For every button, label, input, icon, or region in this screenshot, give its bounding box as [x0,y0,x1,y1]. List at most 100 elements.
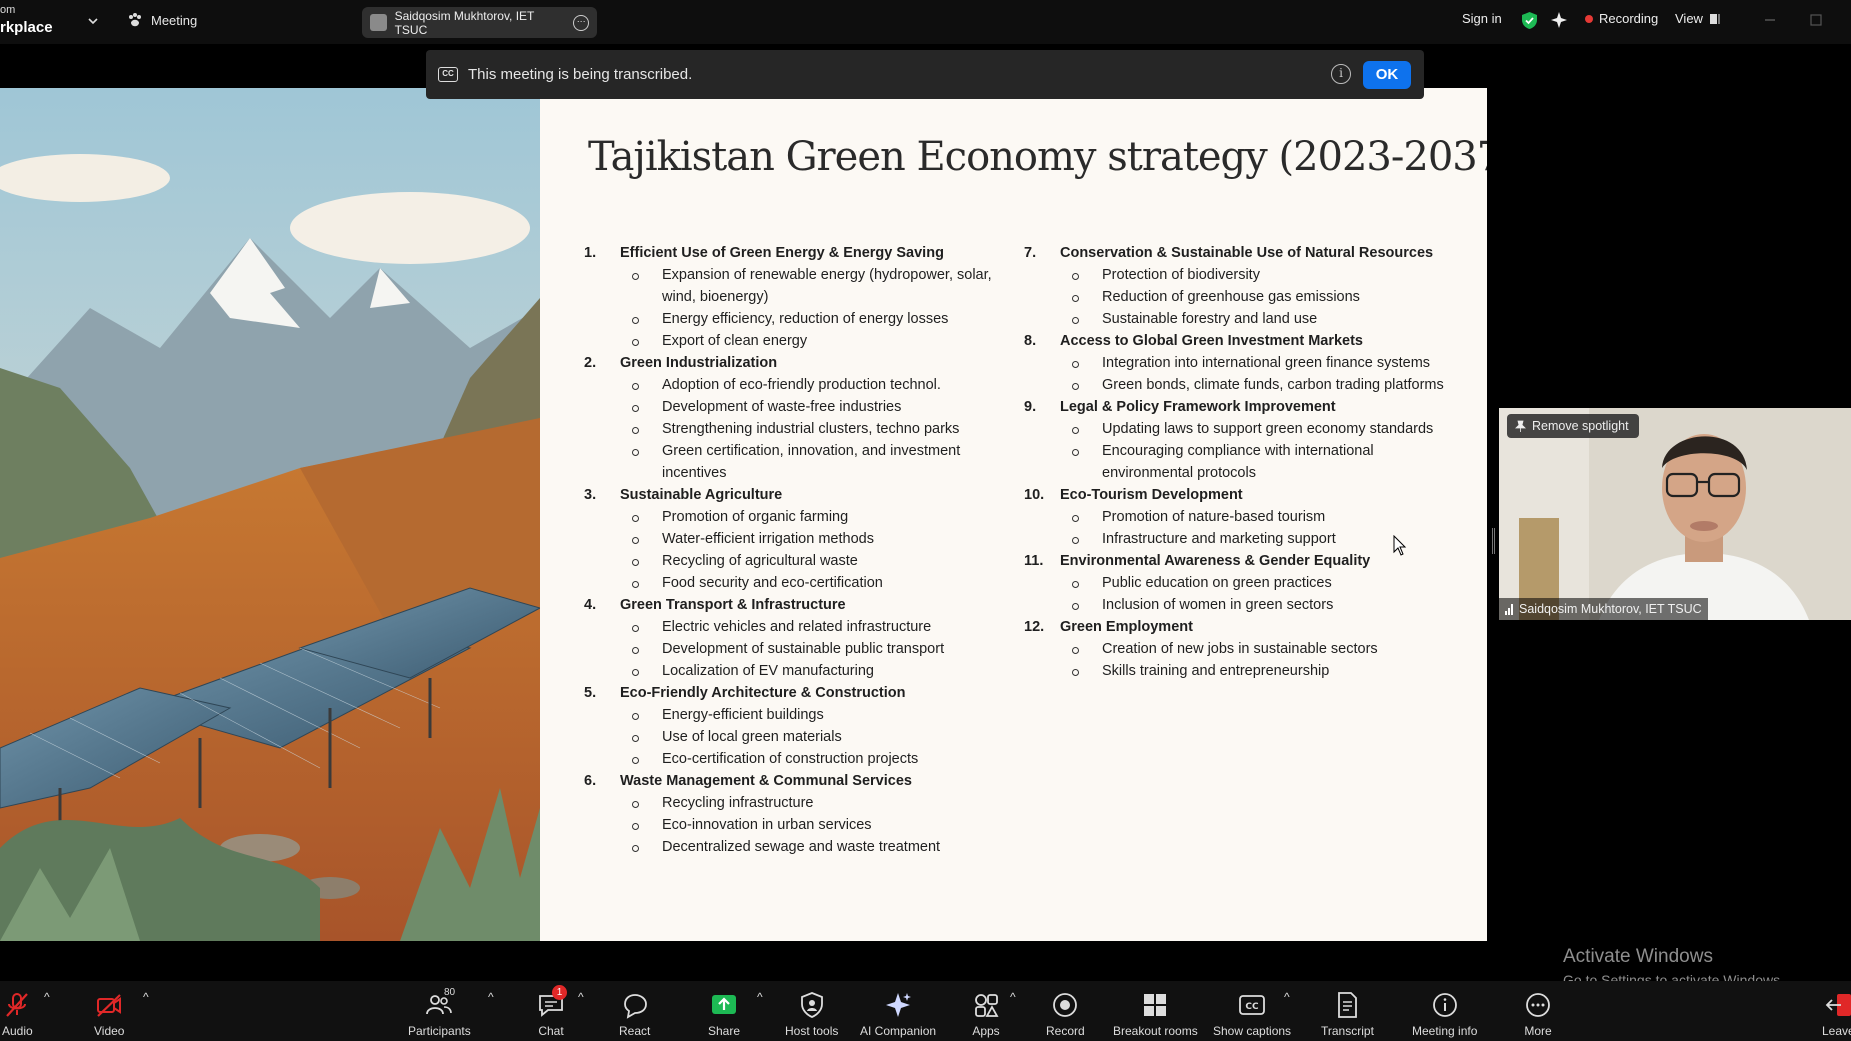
section-items: Adoption of eco-friendly production tech… [584,374,1024,484]
host-tools-button[interactable]: Host tools [785,990,838,1038]
list-item: Energy-efficient buildings [632,704,1024,726]
strategy-section: 10. Eco-Tourism Development Promotion of n… [1024,484,1452,550]
audio-button[interactable]: Audio [2,990,33,1038]
section-items: Updating laws to support green economy s… [1024,418,1452,484]
apps-options-chevron[interactable]: ^ [1010,990,1016,1004]
chat-options-chevron[interactable]: ^ [578,990,584,1004]
list-item: Updating laws to support green economy s… [1072,418,1452,440]
section-items: Protection of biodiversity Reduction of g… [1024,264,1452,330]
view-menu[interactable]: View [1675,11,1721,26]
strategy-section: 7. Conservation & Sustainable Use of Natu… [1024,242,1452,330]
restore-icon[interactable] [1808,12,1824,28]
sign-in-link[interactable]: Sign in [1462,11,1502,26]
section-number: 5. [584,685,597,701]
section-number: 4. [584,597,597,613]
ok-button[interactable]: OK [1363,61,1411,89]
participant-video[interactable]: Remove spotlight Saidqosim Mukhtorov, IE… [1499,408,1851,620]
section-heading: 8. Access to Global Green Investment Mark… [1024,330,1452,352]
list-item: Strengthening industrial clusters, techn… [632,418,1024,440]
sharing-indicator[interactable]: Saidqosim Mukhtorov, IET TSUC ··· [362,7,597,38]
video-options-chevron[interactable]: ^ [143,990,149,1004]
view-label: View [1675,11,1703,26]
view-grid-icon [1709,13,1720,24]
section-title: Eco-Tourism Development [1060,487,1243,503]
mic-muted-icon [6,993,29,1017]
list-item: Use of local green materials [632,726,1024,748]
list-item: Expansion of renewable energy (hydropowe… [632,264,1024,308]
leave-button[interactable]: Leave [1822,990,1851,1038]
section-number: 11. [1024,553,1044,569]
participants-options-chevron[interactable]: ^ [488,990,494,1004]
section-heading: 7. Conservation & Sustainable Use of Natu… [1024,242,1452,264]
list-item: Eco-certification of construction projec… [632,748,1024,770]
section-number: 7. [1024,245,1037,261]
captions-options-chevron[interactable]: ^ [1284,990,1290,1004]
meeting-label: Meeting [151,12,198,28]
section-title: Efficient Use of Green Energy & Energy S… [620,245,944,261]
list-item: Adoption of eco-friendly production tech… [632,374,1024,396]
apps-button[interactable]: Apps [971,990,1001,1038]
video-button[interactable]: Video [94,990,124,1038]
section-heading: 12. Green Employment [1024,616,1452,638]
react-button[interactable]: React [619,990,650,1038]
section-number: 9. [1024,399,1037,415]
ai-companion-button[interactable]: AI Companion [860,990,936,1038]
chat-unread-badge: 1 [552,985,567,1000]
list-item: Energy efficiency, reduction of energy l… [632,308,1024,330]
strategy-column-left: 1. Efficient Use of Green Energy & Energy… [584,242,1024,858]
more-button[interactable]: More [1523,990,1553,1038]
apps-icon [975,994,999,1017]
info-icon[interactable]: i [1331,64,1351,84]
strategy-section: 9. Legal & Policy Framework Improvement Up… [1024,396,1452,484]
section-title: Legal & Policy Framework Improvement [1060,399,1336,415]
closed-caption-icon: CC [1239,995,1265,1015]
section-number: 12. [1024,619,1045,635]
record-button[interactable]: Record [1046,990,1085,1038]
more-options-icon[interactable]: ··· [573,14,590,31]
app-brand: om rkplace [0,4,53,36]
participant-name: Saidqosim Mukhtorov, IET TSUC [1519,602,1702,616]
section-number: 2. [584,355,597,371]
transcript-button[interactable]: Transcript [1321,990,1374,1038]
recording-indicator[interactable]: Recording [1585,11,1658,26]
strategy-section: 8. Access to Global Green Investment Mark… [1024,330,1452,396]
shield-icon [800,992,823,1018]
list-item: Public education on green practices [1072,572,1452,594]
video-off-icon [97,994,122,1017]
audio-options-chevron[interactable]: ^ [44,990,50,1004]
list-item: Electric vehicles and related infrastruc… [632,616,1024,638]
ai-sparkle-icon[interactable] [1550,11,1568,29]
section-title: Green Transport & Infrastructure [620,597,846,613]
meeting-info-button[interactable]: Meeting info [1412,990,1477,1038]
list-item: Integration into international green fin… [1072,352,1452,374]
list-item: Recycling infrastructure [632,792,1024,814]
section-items: Expansion of renewable energy (hydropowe… [584,264,1024,352]
section-title: Access to Global Green Investment Market… [1060,333,1363,349]
strategy-section: 3. Sustainable Agriculture Promotion of or… [584,484,1024,594]
svg-text:CC: CC [1245,1002,1259,1012]
section-title: Green Employment [1060,619,1193,635]
strategy-section: 4. Green Transport & Infrastructure Electr… [584,594,1024,682]
panel-resize-handle[interactable] [1492,528,1495,554]
remove-spotlight-button[interactable]: Remove spotlight [1507,414,1639,438]
section-items: Recycling infrastructure Eco-innovation i… [584,792,1024,858]
shield-check-icon[interactable] [1521,11,1538,30]
list-item: Water-efficient irrigation methods [632,528,1024,550]
show-captions-button[interactable]: CC Show captions [1213,990,1291,1038]
list-item: Inclusion of women in green sectors [1072,594,1452,616]
share-options-chevron[interactable]: ^ [757,990,763,1004]
participants-button[interactable]: 80 Participants [408,987,471,1038]
leave-icon [1826,994,1851,1016]
share-button[interactable]: Share [708,990,740,1038]
strategy-column-right: 7. Conservation & Sustainable Use of Natu… [1024,242,1452,682]
record-dot-icon [1585,14,1593,23]
meeting-menu[interactable]: Meeting [127,12,197,28]
chevron-down-icon[interactable] [86,14,100,28]
chat-button[interactable]: 1 Chat [536,985,567,1038]
participant-video-feed [1499,408,1851,620]
minimize-icon[interactable] [1762,12,1778,28]
list-item: Promotion of organic farming [632,506,1024,528]
breakout-rooms-button[interactable]: Breakout rooms [1113,990,1198,1038]
section-heading: 10. Eco-Tourism Development [1024,484,1452,506]
list-item: Encouraging compliance with internationa… [1072,440,1452,484]
